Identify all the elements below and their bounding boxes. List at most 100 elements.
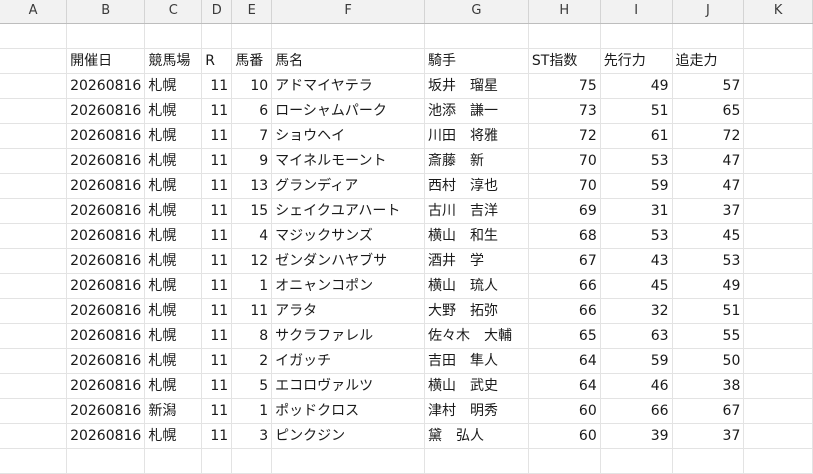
course-cell[interactable]: 札幌 bbox=[144, 273, 203, 299]
date-cell[interactable]: 20260816 bbox=[66, 198, 146, 224]
horse-number-cell[interactable]: 2 bbox=[231, 348, 273, 374]
header-cell-date[interactable]: 開催日 bbox=[66, 48, 146, 74]
cell[interactable] bbox=[743, 98, 813, 124]
race-cell[interactable]: 11 bbox=[201, 423, 233, 449]
cell[interactable] bbox=[0, 23, 68, 49]
chase-power-cell[interactable]: 51 bbox=[672, 298, 745, 324]
horse-name-cell[interactable]: マイネルモーント bbox=[271, 148, 425, 174]
cell[interactable] bbox=[231, 448, 273, 474]
horse-number-cell[interactable]: 1 bbox=[231, 273, 273, 299]
cell[interactable] bbox=[144, 448, 203, 474]
jockey-cell[interactable]: 斎藤 新 bbox=[424, 148, 529, 174]
course-cell[interactable]: 札幌 bbox=[144, 223, 203, 249]
horse-name-cell[interactable]: サクラファレル bbox=[271, 323, 425, 349]
chase-power-cell[interactable]: 50 bbox=[672, 348, 745, 374]
horse-number-cell[interactable]: 8 bbox=[231, 323, 273, 349]
course-cell[interactable]: 札幌 bbox=[144, 73, 203, 99]
chase-power-cell[interactable]: 49 bbox=[672, 273, 745, 299]
cell[interactable] bbox=[424, 448, 529, 474]
date-cell[interactable]: 20260816 bbox=[66, 248, 146, 274]
jockey-cell[interactable]: 佐々木 大輔 bbox=[424, 323, 529, 349]
chase-power-cell[interactable]: 57 bbox=[672, 73, 745, 99]
st-index-cell[interactable]: 66 bbox=[528, 298, 601, 324]
horse-number-cell[interactable]: 11 bbox=[231, 298, 273, 324]
early-speed-cell[interactable]: 59 bbox=[600, 348, 673, 374]
early-speed-cell[interactable]: 53 bbox=[600, 148, 673, 174]
jockey-cell[interactable]: 大野 拓弥 bbox=[424, 298, 529, 324]
cell[interactable] bbox=[271, 23, 425, 49]
st-index-cell[interactable]: 64 bbox=[528, 373, 601, 399]
race-cell[interactable]: 11 bbox=[201, 223, 233, 249]
chase-power-cell[interactable]: 37 bbox=[672, 423, 745, 449]
early-speed-cell[interactable]: 59 bbox=[600, 173, 673, 199]
jockey-cell[interactable]: 横山 琉人 bbox=[424, 273, 529, 299]
course-cell[interactable]: 札幌 bbox=[144, 123, 203, 149]
column-header-g[interactable]: G bbox=[424, 0, 529, 24]
chase-power-cell[interactable]: 55 bbox=[672, 323, 745, 349]
cell[interactable] bbox=[0, 223, 68, 249]
st-index-cell[interactable]: 60 bbox=[528, 398, 601, 424]
column-header-i[interactable]: I bbox=[600, 0, 673, 24]
cell[interactable] bbox=[743, 223, 813, 249]
cell[interactable] bbox=[144, 23, 203, 49]
race-cell[interactable]: 11 bbox=[201, 148, 233, 174]
column-header-d[interactable]: D bbox=[201, 0, 233, 24]
st-index-cell[interactable]: 60 bbox=[528, 423, 601, 449]
course-cell[interactable]: 札幌 bbox=[144, 323, 203, 349]
chase-power-cell[interactable]: 37 bbox=[672, 198, 745, 224]
cell[interactable] bbox=[0, 148, 68, 174]
cell[interactable] bbox=[201, 448, 233, 474]
cell[interactable] bbox=[0, 48, 68, 74]
race-cell[interactable]: 11 bbox=[201, 373, 233, 399]
early-speed-cell[interactable]: 53 bbox=[600, 223, 673, 249]
horse-name-cell[interactable]: オニャンコポン bbox=[271, 273, 425, 299]
course-cell[interactable]: 札幌 bbox=[144, 423, 203, 449]
horse-number-cell[interactable]: 10 bbox=[231, 73, 273, 99]
early-speed-cell[interactable]: 51 bbox=[600, 98, 673, 124]
date-cell[interactable]: 20260816 bbox=[66, 373, 146, 399]
race-cell[interactable]: 11 bbox=[201, 173, 233, 199]
cell[interactable] bbox=[600, 448, 673, 474]
cell[interactable] bbox=[0, 423, 68, 449]
chase-power-cell[interactable]: 38 bbox=[672, 373, 745, 399]
race-cell[interactable]: 11 bbox=[201, 73, 233, 99]
cell[interactable] bbox=[743, 198, 813, 224]
early-speed-cell[interactable]: 49 bbox=[600, 73, 673, 99]
date-cell[interactable]: 20260816 bbox=[66, 323, 146, 349]
course-cell[interactable]: 札幌 bbox=[144, 348, 203, 374]
header-cell-horse[interactable]: 馬名 bbox=[271, 48, 425, 74]
header-cell-early[interactable]: 先行力 bbox=[600, 48, 673, 74]
st-index-cell[interactable]: 66 bbox=[528, 273, 601, 299]
cell[interactable] bbox=[0, 348, 68, 374]
race-cell[interactable]: 11 bbox=[201, 398, 233, 424]
horse-number-cell[interactable]: 3 bbox=[231, 423, 273, 449]
date-cell[interactable]: 20260816 bbox=[66, 273, 146, 299]
column-header-a[interactable]: A bbox=[0, 0, 68, 24]
cell[interactable] bbox=[0, 298, 68, 324]
chase-power-cell[interactable]: 53 bbox=[672, 248, 745, 274]
race-cell[interactable]: 11 bbox=[201, 123, 233, 149]
horse-number-cell[interactable]: 15 bbox=[231, 198, 273, 224]
cell[interactable] bbox=[743, 298, 813, 324]
cell[interactable] bbox=[0, 198, 68, 224]
early-speed-cell[interactable]: 66 bbox=[600, 398, 673, 424]
cell[interactable] bbox=[743, 23, 813, 49]
st-index-cell[interactable]: 65 bbox=[528, 323, 601, 349]
course-cell[interactable]: 札幌 bbox=[144, 373, 203, 399]
date-cell[interactable]: 20260816 bbox=[66, 398, 146, 424]
horse-name-cell[interactable]: イガッチ bbox=[271, 348, 425, 374]
cell[interactable] bbox=[0, 398, 68, 424]
cell[interactable] bbox=[743, 348, 813, 374]
horse-name-cell[interactable]: エコロヴァルツ bbox=[271, 373, 425, 399]
st-index-cell[interactable]: 73 bbox=[528, 98, 601, 124]
cell[interactable] bbox=[528, 23, 601, 49]
early-speed-cell[interactable]: 39 bbox=[600, 423, 673, 449]
date-cell[interactable]: 20260816 bbox=[66, 98, 146, 124]
cell[interactable] bbox=[743, 273, 813, 299]
horse-name-cell[interactable]: ローシャムパーク bbox=[271, 98, 425, 124]
early-speed-cell[interactable]: 43 bbox=[600, 248, 673, 274]
cell[interactable] bbox=[66, 23, 146, 49]
horse-number-cell[interactable]: 9 bbox=[231, 148, 273, 174]
race-cell[interactable]: 11 bbox=[201, 198, 233, 224]
date-cell[interactable]: 20260816 bbox=[66, 173, 146, 199]
